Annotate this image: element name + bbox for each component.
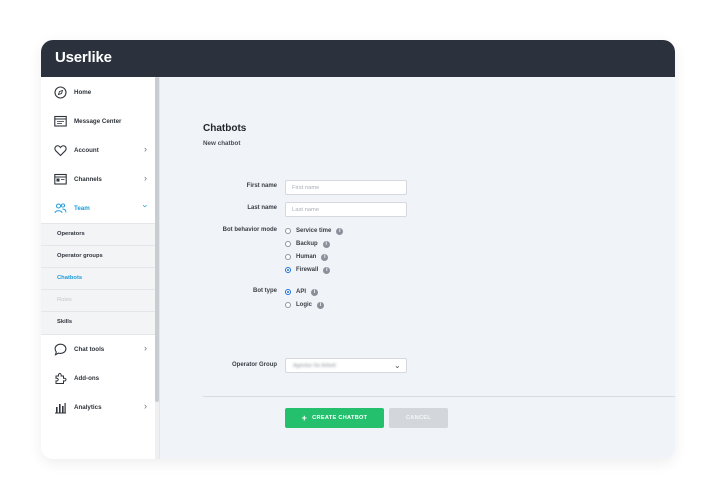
info-icon[interactable]: i — [311, 288, 319, 296]
sidebar-subitem-operators[interactable]: Operators — [41, 223, 155, 246]
chevron-right-icon: › — [144, 401, 147, 411]
radio-firewall[interactable]: Firewall i — [285, 265, 331, 275]
cancel-label: CANCEL — [405, 415, 432, 421]
radio-button[interactable] — [285, 241, 291, 247]
sidebar-subitem-skills[interactable]: Skills — [41, 311, 155, 335]
sidebar-item-chat-tools[interactable]: Chat tools › — [41, 335, 155, 364]
sidebar-item-label: Team — [74, 205, 90, 212]
radio-logic[interactable]: Logic i — [285, 300, 324, 310]
radio-button[interactable] — [285, 302, 291, 308]
radio-button[interactable] — [285, 254, 291, 260]
sidebar-item-home[interactable]: Home — [41, 78, 155, 107]
first-name-label: First name — [246, 183, 277, 189]
sidebar-item-channels[interactable]: Channels › — [41, 165, 155, 194]
bot-type-label: Bot type — [253, 288, 277, 294]
create-chatbot-button[interactable]: + CREATE CHATBOT — [285, 408, 384, 428]
last-name-label: Last name — [247, 205, 277, 211]
plus-icon: + — [301, 412, 308, 423]
sidebar-item-label: Message Center — [74, 118, 122, 125]
last-name-input[interactable] — [285, 202, 407, 217]
sidebar-item-analytics[interactable]: Analytics › — [41, 393, 155, 422]
sidebar-subitem-chatbots[interactable]: Chatbots — [41, 267, 155, 290]
main-content: Chatbots New chatbot First name Last nam… — [160, 77, 675, 459]
top-bar: Userlike — [41, 40, 675, 77]
operator-group-label: Operator Group — [231, 362, 277, 368]
sidebar-item-label: Analytics — [74, 404, 102, 411]
app-window: Userlike Home Message Center Account › C… — [41, 40, 675, 459]
info-icon[interactable]: i — [322, 240, 330, 248]
sidebar: Home Message Center Account › Channels › — [41, 77, 160, 459]
channels-icon — [54, 173, 67, 186]
userlike-logo[interactable]: Userlike — [55, 49, 112, 66]
chevron-right-icon: › — [144, 144, 147, 154]
radio-button-checked[interactable] — [285, 267, 291, 273]
page-subtitle: New chatbot — [203, 140, 241, 147]
chat-bubble-icon — [54, 343, 67, 356]
bar-chart-icon — [54, 401, 67, 414]
radio-label: Firewall — [296, 267, 319, 273]
sidebar-subitem-label: Operators — [57, 231, 85, 237]
sidebar-scrollbar-thumb[interactable] — [155, 77, 159, 402]
message-center-icon — [54, 115, 67, 128]
radio-service-time[interactable]: Service time i — [285, 226, 344, 236]
radio-api[interactable]: API i — [285, 287, 319, 297]
info-icon[interactable]: i — [323, 266, 331, 274]
radio-label: API — [296, 289, 307, 295]
page-title: Chatbots — [203, 123, 247, 134]
sidebar-item-label: Add-ons — [74, 375, 100, 382]
radio-label: Backup — [296, 241, 318, 247]
first-name-input[interactable] — [285, 180, 407, 195]
chevron-right-icon: › — [144, 343, 147, 353]
info-icon[interactable]: i — [321, 253, 329, 261]
info-icon[interactable]: i — [317, 301, 324, 309]
chevron-down-icon: › — [140, 204, 151, 208]
sidebar-item-add-ons[interactable]: Add-ons — [41, 364, 155, 393]
sidebar-item-team[interactable]: Team › — [41, 194, 155, 223]
sidebar-subitem-label: Operator groups — [57, 253, 103, 259]
bot-behavior-mode-label: Bot behavior mode — [222, 227, 277, 233]
radio-backup[interactable]: Backup i — [285, 239, 330, 249]
compass-icon — [54, 86, 67, 99]
puzzle-icon — [54, 372, 67, 385]
radio-label: Service time — [296, 228, 332, 234]
heart-icon — [54, 144, 67, 157]
sidebar-item-label: Channels — [74, 176, 102, 183]
sidebar-subitem-label: Skills — [57, 319, 73, 325]
sidebar-item-label: Home — [74, 89, 92, 96]
create-chatbot-label: CREATE CHATBOT — [312, 415, 368, 421]
radio-button[interactable] — [285, 228, 291, 234]
sidebar-item-account[interactable]: Account › — [41, 136, 155, 165]
operator-group-value: Agentur für Arbeit — [293, 363, 336, 369]
sidebar-subitem-label: Roles — [57, 297, 72, 303]
radio-label: Human — [296, 254, 317, 260]
sidebar-item-message-center[interactable]: Message Center — [41, 107, 155, 136]
team-icon — [54, 202, 67, 215]
sidebar-subitem-label: Chatbots — [57, 275, 83, 281]
sidebar-subitem-roles: Roles — [41, 289, 155, 312]
info-icon[interactable]: i — [336, 227, 344, 235]
radio-label: Logic — [296, 302, 312, 308]
cancel-button: CANCEL — [389, 408, 448, 428]
chevron-right-icon: › — [144, 173, 147, 183]
sidebar-subitem-operator-groups[interactable]: Operator groups — [41, 245, 155, 268]
radio-human[interactable]: Human i — [285, 252, 329, 262]
sidebar-item-label: Chat tools — [74, 346, 105, 353]
operator-group-select[interactable]: Agentur für Arbeit ⌄ — [285, 358, 407, 373]
chevron-down-icon: ⌄ — [394, 361, 401, 370]
form-divider — [203, 396, 675, 397]
sidebar-item-label: Account — [74, 147, 99, 154]
radio-button-checked[interactable] — [285, 289, 291, 295]
